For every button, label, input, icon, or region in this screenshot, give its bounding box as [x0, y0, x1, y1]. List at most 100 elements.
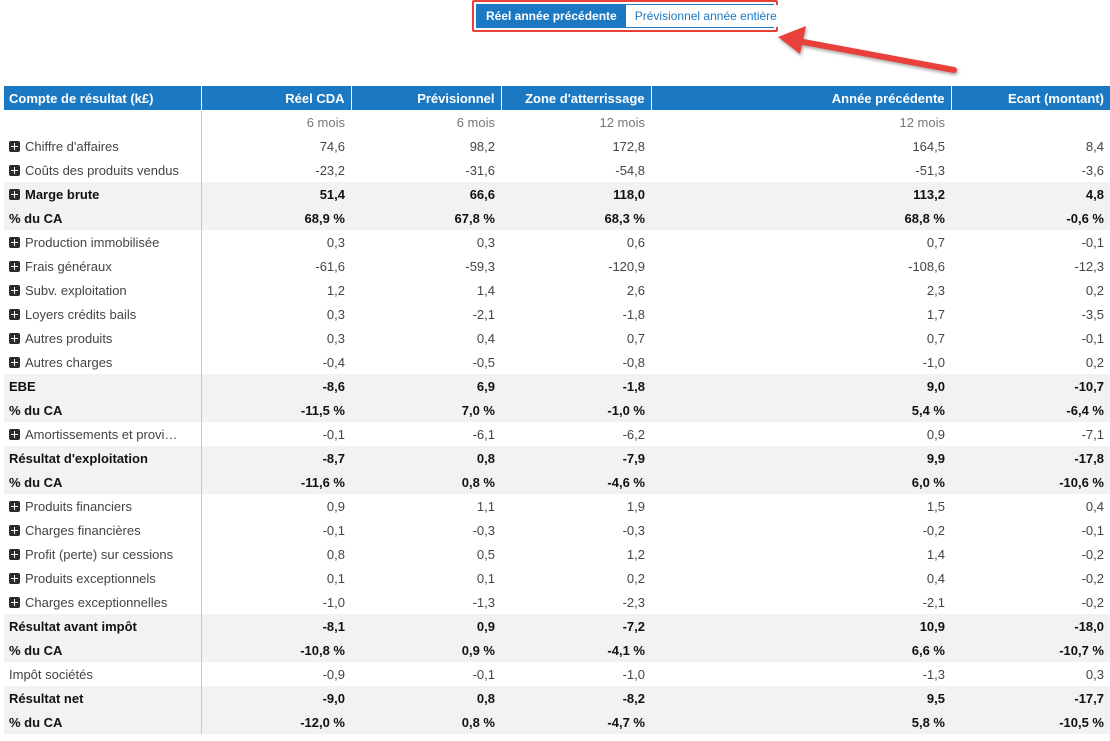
value-cell: 6,0 % — [651, 470, 951, 494]
table-row[interactable]: Profit (perte) sur cessions 0,8 0,5 1,2 1,4 -… — [4, 542, 1110, 566]
row-label-cell: Frais généraux — [4, 254, 202, 278]
expand-plus-icon[interactable] — [9, 548, 20, 560]
column-header-account[interactable]: Compte de résultat (k£) — [4, 86, 202, 110]
expand-plus-icon[interactable] — [9, 596, 20, 608]
table-row[interactable]: Charges exceptionnelles -1,0 -1,3 -2,3 -2,1 -… — [4, 590, 1110, 614]
row-label-cell: Résultat avant impôt — [4, 614, 202, 638]
column-header-variance[interactable]: Ecart (montant) — [951, 86, 1110, 110]
table-row[interactable]: Charges financières -0,1 -0,3 -0,3 -0,2 -0,1 — [4, 518, 1110, 542]
expand-plus-icon[interactable] — [9, 308, 20, 320]
value-cell: 0,2 — [1085, 282, 1104, 298]
expand-plus-icon[interactable] — [9, 188, 20, 200]
row-label: EBE — [9, 378, 36, 394]
expand-plus-icon[interactable] — [9, 260, 20, 272]
value-cell: 0,4 — [926, 570, 945, 586]
row-label: Résultat d'exploitation — [9, 450, 148, 466]
expand-plus-icon[interactable] — [9, 428, 20, 440]
expand-plus-icon[interactable] — [9, 332, 20, 344]
value-cell: -8,6 — [201, 374, 351, 398]
value-cell: -17,8 — [951, 446, 1110, 470]
expand-plus-icon[interactable] — [9, 524, 20, 536]
row-label-cell: Charges exceptionnelles — [4, 590, 202, 614]
value-cell: -0,1 — [1081, 234, 1104, 250]
row-label-cell: Amortissements et provi… — [4, 422, 202, 446]
value-cell: -3,5 — [1081, 306, 1104, 322]
table-row[interactable]: Produits financiers 0,9 1,1 1,9 1,5 0,4 — [4, 494, 1110, 518]
table-row[interactable]: Autres produits 0,3 0,4 0,7 0,7 -0,1 — [4, 326, 1110, 350]
table-row[interactable]: Subv. exploitation 1,2 1,4 2,6 2,3 0,2 — [4, 278, 1110, 302]
value-cell: -0,2 — [1081, 570, 1104, 586]
value-cell: -8,7 — [201, 446, 351, 470]
expand-plus-icon[interactable] — [9, 236, 20, 248]
value-cell: 2,3 — [926, 282, 945, 298]
value-cell: 0,3 — [326, 330, 345, 346]
row-label: Frais généraux — [25, 258, 112, 274]
column-header-previous-year[interactable]: Année précédente — [651, 86, 952, 110]
column-header-actual[interactable]: Réel CDA — [201, 86, 352, 110]
value-cell: 0,6 — [626, 234, 645, 250]
row-label-cell: Chiffre d'affaires — [4, 134, 202, 158]
value-cell: 0,8 — [351, 446, 501, 470]
row-label-cell: % du CA — [4, 206, 202, 230]
table-row[interactable]: Chiffre d'affaires 74,6 98,2 172,8 164,5 8,4 — [4, 134, 1110, 158]
row-label-cell: Autres produits — [4, 326, 202, 350]
value-cell: -2,1 — [922, 594, 945, 610]
period-cell: 12 mois — [899, 114, 945, 130]
expand-plus-icon[interactable] — [9, 164, 20, 176]
value-cell: 0,1 — [326, 570, 345, 586]
value-cell: 0,8 — [326, 546, 345, 562]
expand-plus-icon[interactable] — [9, 356, 20, 368]
table-row[interactable]: Coûts des produits vendus -23,2 -31,6 -54,8… — [4, 158, 1110, 182]
expand-plus-icon[interactable] — [9, 572, 20, 584]
row-label: Loyers crédits bails — [25, 306, 137, 322]
row-label: Produits financiers — [25, 498, 132, 514]
table-row[interactable]: Production immobilisée 0,3 0,3 0,6 0,7 -0,1 — [4, 230, 1110, 254]
value-cell: -8,2 — [501, 686, 651, 710]
value-cell: 9,9 — [651, 446, 951, 470]
table-row[interactable]: Produits exceptionnels 0,1 0,1 0,2 0,4 -0,2 — [4, 566, 1110, 590]
row-label: % du CA — [9, 402, 63, 418]
value-cell: 68,3 % — [501, 206, 651, 230]
row-label: Charges financières — [25, 522, 141, 538]
value-cell: 2,6 — [626, 282, 645, 298]
period-cell — [951, 110, 1110, 134]
value-cell: -0,2 — [922, 522, 945, 538]
table-row[interactable]: Loyers crédits bails 0,3 -2,1 -1,8 1,7 -3,5 — [4, 302, 1110, 326]
value-cell: -1,3 — [922, 666, 945, 682]
value-cell: -1,0 — [922, 354, 945, 370]
value-cell: -61,6 — [315, 258, 345, 274]
value-cell: -6,4 % — [951, 398, 1110, 422]
period-subheader-row: 6 mois 6 mois 12 mois 12 mois — [4, 110, 1110, 134]
table-row: % du CA -12,0 % 0,8 % -4,7 % 5,8 % -10,5 % — [4, 710, 1110, 734]
table-row[interactable]: Amortissements et provi… -0,1 -6,1 -6,2 0,9 -… — [4, 422, 1110, 446]
value-cell: -0,6 % — [951, 206, 1110, 230]
value-cell: 98,2 — [469, 138, 495, 154]
toggle-full-year-forecast[interactable]: Prévisionnel année entière — [625, 5, 786, 27]
value-cell: 6,9 — [351, 374, 501, 398]
row-label: % du CA — [9, 642, 63, 658]
value-cell: 0,5 — [476, 546, 495, 562]
value-cell: 0,3 — [326, 234, 345, 250]
toggle-previous-year-actual[interactable]: Réel année précédente — [477, 5, 626, 27]
column-header-landing-zone[interactable]: Zone d'atterrissage — [501, 86, 652, 110]
row-label-cell: Profit (perte) sur cessions — [4, 542, 202, 566]
row-label: Charges exceptionnelles — [25, 594, 168, 610]
value-cell: -0,1 — [1081, 330, 1104, 346]
table-row[interactable]: Autres charges -0,4 -0,5 -0,8 -1,0 0,2 — [4, 350, 1110, 374]
table-row[interactable]: Marge brute 51,4 66,6 118,0 113,2 4,8 — [4, 182, 1110, 206]
expand-plus-icon[interactable] — [9, 500, 20, 512]
expand-plus-icon[interactable] — [9, 140, 20, 152]
row-label: % du CA — [9, 714, 63, 730]
table-row[interactable]: Frais généraux -61,6 -59,3 -120,9 -108,6 -12,… — [4, 254, 1110, 278]
column-header-forecast[interactable]: Prévisionnel — [351, 86, 502, 110]
value-cell: -2,3 — [622, 594, 645, 610]
view-toggle: Réel année précédente Prévisionnel année… — [476, 4, 786, 28]
value-cell: 66,6 — [351, 182, 501, 206]
value-cell: 1,2 — [626, 546, 645, 562]
value-cell: -7,2 — [501, 614, 651, 638]
table-row: % du CA -11,6 % 0,8 % -4,6 % 6,0 % -10,6 % — [4, 470, 1110, 494]
row-label-cell: Marge brute — [4, 182, 202, 206]
annotation-arrow-icon — [778, 26, 957, 73]
expand-plus-icon[interactable] — [9, 284, 20, 296]
value-cell: -7,9 — [501, 446, 651, 470]
